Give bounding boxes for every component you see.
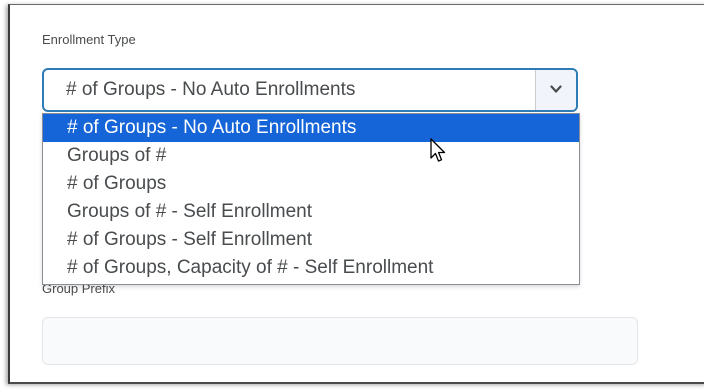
enrollment-type-select[interactable]: # of Groups - No Auto Enrollments	[42, 68, 578, 112]
group-prefix-input[interactable]	[42, 317, 638, 365]
select-toggle-button[interactable]	[535, 70, 576, 110]
enrollment-option[interactable]: # of Groups, Capacity of # - Self Enroll…	[43, 254, 579, 282]
chevron-down-icon	[550, 85, 562, 93]
enrollment-option[interactable]: # of Groups - Self Enrollment	[43, 226, 579, 254]
enrollment-option[interactable]: # of Groups	[43, 170, 579, 198]
enrollment-option[interactable]: # of Groups - No Auto Enrollments	[43, 114, 579, 142]
enrollment-option[interactable]: Groups of # - Self Enrollment	[43, 198, 579, 226]
enrollment-option[interactable]: Groups of #	[43, 142, 579, 170]
mouse-pointer-icon	[430, 138, 446, 162]
enrollment-type-label: Enrollment Type	[42, 32, 136, 47]
enrollment-type-selected-value: # of Groups - No Auto Enrollments	[66, 79, 356, 100]
enrollment-type-options-list: # of Groups - No Auto Enrollments Groups…	[42, 113, 580, 285]
